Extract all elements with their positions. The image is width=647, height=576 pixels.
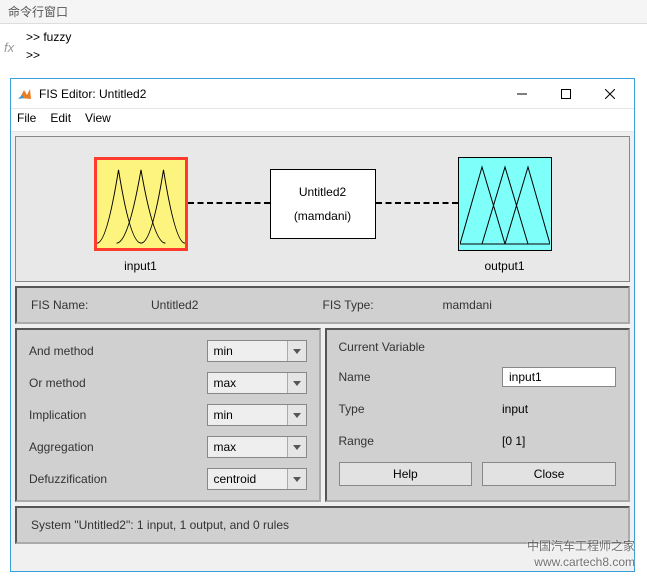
chevron-down-icon <box>293 349 301 354</box>
fis-editor-window: FIS Editor: Untitled2 File Edit View inp… <box>10 78 635 572</box>
menu-edit[interactable]: Edit <box>50 111 71 125</box>
system-name: Untitled2 <box>299 185 346 199</box>
methods-panel: And method min Or method max Implication… <box>15 328 321 502</box>
membership-icon <box>460 159 550 249</box>
membership-icon <box>97 159 185 249</box>
connector-line <box>376 202 458 204</box>
and-method-dropdown[interactable]: min <box>207 340 307 362</box>
implication-label: Implication <box>29 408 207 422</box>
output-label: output1 <box>484 259 524 273</box>
watermark: 中国汽车工程师之家 www.cartech8.com <box>527 538 635 570</box>
menu-file[interactable]: File <box>17 111 36 125</box>
chevron-down-icon <box>293 381 301 386</box>
defuzzification-dropdown[interactable]: centroid <box>207 468 307 490</box>
current-variable-heading: Current Variable <box>339 340 617 354</box>
close-button[interactable] <box>588 80 632 108</box>
maximize-button[interactable] <box>544 80 588 108</box>
fis-name-value: Untitled2 <box>151 298 198 312</box>
or-method-dropdown[interactable]: max <box>207 372 307 394</box>
window-title: FIS Editor: Untitled2 <box>39 87 500 101</box>
command-area[interactable]: >> fuzzy >> <box>0 24 647 68</box>
matlab-icon <box>17 86 33 102</box>
var-type-value: input <box>502 402 616 416</box>
chevron-down-icon <box>293 413 301 418</box>
fis-diagram: input1 Untitled2 (mamdani) <box>15 136 630 282</box>
var-name-label: Name <box>339 370 503 384</box>
aggregation-label: Aggregation <box>29 440 207 454</box>
var-range-label: Range <box>339 434 503 448</box>
chevron-down-icon <box>293 445 301 450</box>
command-prompt: >> <box>26 46 647 64</box>
output-variable-block[interactable] <box>458 157 552 251</box>
menu-view[interactable]: View <box>85 111 111 125</box>
chevron-down-icon <box>293 477 301 482</box>
command-line: >> fuzzy <box>26 28 647 46</box>
rule-block[interactable]: Untitled2 (mamdani) <box>270 169 376 239</box>
defuzzification-label: Defuzzification <box>29 472 207 486</box>
current-variable-panel: Current Variable Name input1 Type input … <box>325 328 631 502</box>
connector-line <box>188 202 270 204</box>
fis-info-panel: FIS Name: Untitled2 FIS Type: mamdani <box>15 286 630 324</box>
menubar: File Edit View <box>11 109 634 132</box>
var-name-field[interactable]: input1 <box>502 367 616 387</box>
fis-type-label: FIS Type: <box>323 298 443 312</box>
fx-icon[interactable]: fx <box>4 40 14 55</box>
or-method-label: Or method <box>29 376 207 390</box>
and-method-label: And method <box>29 344 207 358</box>
help-button[interactable]: Help <box>339 462 473 486</box>
var-type-label: Type <box>339 402 503 416</box>
system-type: (mamdani) <box>294 209 351 223</box>
implication-dropdown[interactable]: min <box>207 404 307 426</box>
var-range-value: [0 1] <box>502 434 616 448</box>
input-label: input1 <box>124 259 157 273</box>
fis-type-value: mamdani <box>443 298 492 312</box>
aggregation-dropdown[interactable]: max <box>207 436 307 458</box>
minimize-button[interactable] <box>500 80 544 108</box>
titlebar[interactable]: FIS Editor: Untitled2 <box>11 79 634 109</box>
input-variable-block[interactable] <box>94 157 188 251</box>
fis-name-label: FIS Name: <box>31 298 151 312</box>
close-button[interactable]: Close <box>482 462 616 486</box>
command-window-title: 命令行窗口 <box>0 0 647 24</box>
